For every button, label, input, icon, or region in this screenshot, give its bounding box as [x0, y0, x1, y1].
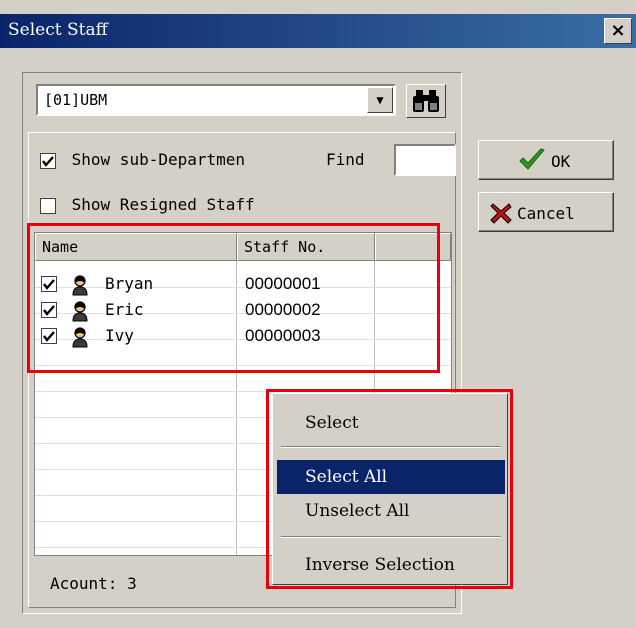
title-bar: Select Staff ×: [0, 14, 636, 48]
show-sub-departments-checkbox[interactable]: [40, 152, 56, 169]
close-icon: ×: [610, 20, 626, 41]
ok-label: OK: [551, 152, 571, 171]
checkmark-icon: [519, 148, 545, 170]
window-title: Select Staff: [8, 20, 108, 40]
highlight-box-menu: [266, 389, 513, 589]
dropdown-arrow-icon[interactable]: ▼: [367, 87, 393, 113]
cancel-label: Cancel: [517, 204, 575, 223]
search-button[interactable]: [406, 84, 446, 118]
ok-button[interactable]: OK: [478, 140, 614, 180]
cancel-x-icon: [490, 203, 512, 224]
show-resigned-staff-label: Show Resigned Staff: [71, 195, 255, 214]
cancel-button[interactable]: Cancel: [478, 192, 614, 232]
show-sub-departments-label: Show sub-Departmen: [71, 150, 246, 169]
department-combobox[interactable]: [01]UBM ▼: [36, 84, 396, 116]
show-resigned-staff-checkbox[interactable]: [40, 197, 56, 214]
staff-count: Acount: 3: [50, 574, 137, 593]
show-resigned-staff-option[interactable]: Show Resigned Staff: [40, 195, 255, 214]
checkmark-icon: [42, 155, 54, 167]
find-input[interactable]: [394, 144, 456, 176]
highlight-box-list: [27, 223, 440, 373]
binoculars-icon: [413, 90, 439, 112]
show-sub-departments-option[interactable]: Show sub-Departmen: [40, 150, 245, 169]
find-label: Find: [326, 150, 365, 169]
select-staff-dialog: Select Staff × [01]UBM ▼ Show sub-Depart…: [0, 0, 636, 628]
close-button[interactable]: ×: [604, 18, 632, 44]
department-value: [01]UBM: [44, 91, 108, 109]
